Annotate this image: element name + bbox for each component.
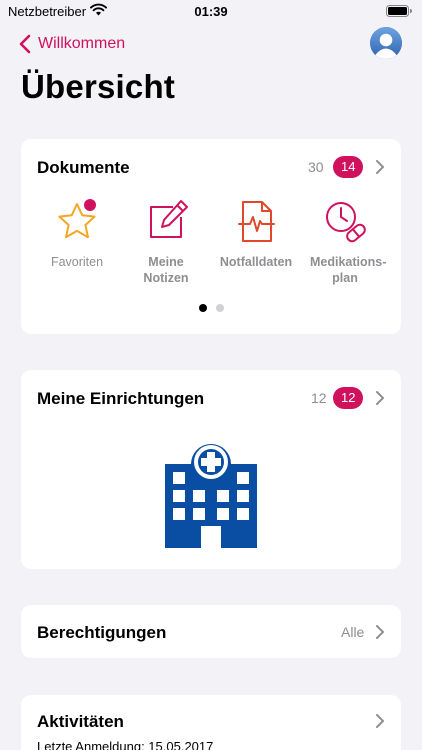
documents-card: Dokumente 30 14 Favoriten Meine Notizen <box>21 139 401 334</box>
facilities-title: Meine Einrichtungen <box>37 389 205 408</box>
activities-card[interactable]: Aktivitäten Letzte Anmeldung: 15.05.2017 <box>21 695 401 750</box>
document-item-medication-plan[interactable]: Medikations-plan <box>299 199 391 286</box>
facilities-card: Meine Einrichtungen 12 12 <box>21 370 401 569</box>
document-item-favorites[interactable]: Favoriten <box>31 199 123 270</box>
back-button[interactable]: Willkommen <box>18 31 125 57</box>
documents-total-count: 30 <box>308 159 324 175</box>
permissions-card[interactable]: Berechtigungen Alle <box>21 605 401 658</box>
page-indicator-inactive[interactable] <box>216 304 224 312</box>
notification-dot <box>84 199 96 211</box>
document-item-label: Medikations-plan <box>310 254 386 286</box>
medication-plan-icon <box>326 202 366 243</box>
status-bar: Netzbetreiber 01:39 <box>0 0 422 24</box>
chevron-right-icon <box>376 625 384 639</box>
document-item-label: Meine Notizen <box>131 254 201 286</box>
back-button-label: Willkommen <box>38 35 126 52</box>
documents-new-badge: 14 <box>333 156 364 178</box>
last-login-text: Letzte Anmeldung: 15.05.2017 <box>37 739 214 750</box>
facilities-new-badge: 12 <box>333 387 364 409</box>
chevron-right-icon <box>376 160 384 174</box>
status-clock: 01:39 <box>194 4 228 19</box>
permissions-value: Alle <box>341 624 365 640</box>
emergency-document-icon <box>238 201 275 242</box>
star-icon <box>58 199 96 239</box>
avatar[interactable] <box>370 27 402 59</box>
page-indicator-active[interactable] <box>199 304 207 312</box>
chevron-right-icon <box>376 391 384 405</box>
chevron-left-icon <box>19 34 31 54</box>
document-item-label-text: Medikations-plan <box>310 255 387 285</box>
document-item-emergency-data[interactable]: Notfalldaten <box>210 199 302 270</box>
document-item-label: Notfalldaten <box>219 255 293 269</box>
user-avatar-icon <box>370 27 402 59</box>
activities-title: Aktivitäten <box>37 712 124 731</box>
documents-title: Dokumente <box>37 158 130 177</box>
document-item-label-text: Meine Notizen <box>143 255 189 285</box>
battery-icon <box>386 5 412 17</box>
facilities-total-count: 12 <box>311 390 327 406</box>
page-title: Übersicht <box>21 68 176 105</box>
note-edit-icon <box>150 200 188 238</box>
hospital-icon[interactable] <box>163 436 259 548</box>
facilities-header[interactable]: Meine Einrichtungen 12 12 <box>21 370 401 424</box>
document-item-notes[interactable]: Meine Notizen <box>120 199 212 286</box>
documents-header[interactable]: Dokumente 30 14 <box>21 139 401 193</box>
document-item-label: Favoriten <box>50 255 104 269</box>
permissions-title: Berechtigungen <box>37 623 167 642</box>
chevron-right-icon <box>376 714 384 728</box>
